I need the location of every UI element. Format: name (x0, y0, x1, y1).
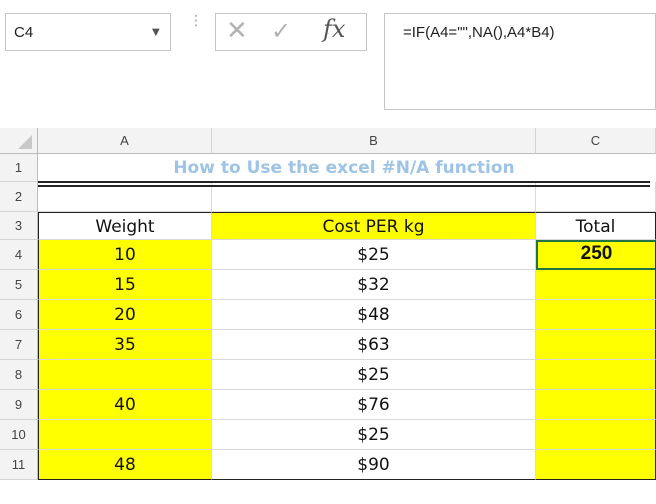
data-cell-weight[interactable]: 48 (38, 450, 212, 480)
column-header-b[interactable]: B (212, 128, 536, 154)
row-header-5[interactable]: 5 (0, 270, 38, 300)
row-header-7[interactable]: 7 (0, 330, 38, 360)
row-header-1[interactable]: 1 (0, 154, 38, 182)
data-cell-total[interactable] (536, 270, 656, 300)
header-cell-cost[interactable]: Cost PER kg (212, 212, 536, 240)
row-header-8[interactable]: 8 (0, 360, 38, 390)
chevron-down-icon[interactable]: ▼ (152, 27, 160, 38)
row-header-11[interactable]: 11 (0, 450, 38, 480)
data-cell-weight[interactable]: 40 (38, 390, 212, 420)
row-header-10[interactable]: 10 (0, 420, 38, 450)
sheet-title[interactable]: How to Use the excel #N/A function (38, 154, 650, 182)
row-header-6[interactable]: 6 (0, 300, 38, 330)
header-cell-total[interactable]: Total (536, 212, 656, 240)
name-box[interactable]: C4 ▼ (5, 13, 171, 51)
insert-function-icon[interactable]: fx (323, 15, 345, 43)
data-cell-total[interactable] (536, 360, 656, 390)
data-cell-cost[interactable]: $63 (212, 330, 536, 360)
data-cell-total[interactable] (536, 300, 656, 330)
name-box-value: C4 (14, 24, 34, 41)
row-header-4[interactable]: 4 (0, 240, 38, 270)
row-header-2[interactable]: 2 (0, 182, 38, 212)
header-cell-weight[interactable]: Weight (38, 212, 212, 240)
data-cell-weight[interactable] (38, 420, 212, 450)
row-header-9[interactable]: 9 (0, 390, 38, 420)
data-cell-total[interactable] (536, 390, 656, 420)
data-cell-cost[interactable]: $25 (212, 360, 536, 390)
data-cell-cost[interactable]: $25 (212, 240, 536, 270)
data-cell-cost[interactable]: $76 (212, 390, 536, 420)
column-header-a[interactable]: A (38, 128, 212, 154)
cancel-icon[interactable]: ✕ (226, 16, 248, 46)
row-header-3[interactable]: 3 (0, 212, 38, 240)
data-cell-total[interactable] (536, 420, 656, 450)
data-cell-total[interactable] (536, 330, 656, 360)
data-cell-weight[interactable]: 20 (38, 300, 212, 330)
data-cell-cost[interactable]: $25 (212, 420, 536, 450)
data-cell-cost[interactable]: $90 (212, 450, 536, 480)
column-header-c[interactable]: C (536, 128, 656, 154)
more-options-icon[interactable]: ⋮ (189, 14, 203, 28)
data-cell-weight[interactable]: 15 (38, 270, 212, 300)
title-double-border (38, 181, 650, 183)
data-cell-cost[interactable]: $48 (212, 300, 536, 330)
title-double-border-lower (38, 185, 650, 187)
formula-buttons: ✕ ✓ fx (215, 13, 367, 51)
enter-icon[interactable]: ✓ (271, 17, 291, 45)
formula-text: =IF(A4="",NA(),A4*B4) (403, 24, 555, 41)
data-cell-total[interactable] (536, 450, 656, 480)
data-cell-weight[interactable]: 35 (38, 330, 212, 360)
data-cell-weight[interactable] (38, 360, 212, 390)
data-cell-weight[interactable]: 10 (38, 240, 212, 270)
data-cell-cost[interactable]: $32 (212, 270, 536, 300)
data-cell-total[interactable]: 250 (536, 240, 656, 270)
formula-input[interactable]: =IF(A4="",NA(),A4*B4) (384, 13, 656, 110)
select-all-icon (18, 135, 32, 149)
